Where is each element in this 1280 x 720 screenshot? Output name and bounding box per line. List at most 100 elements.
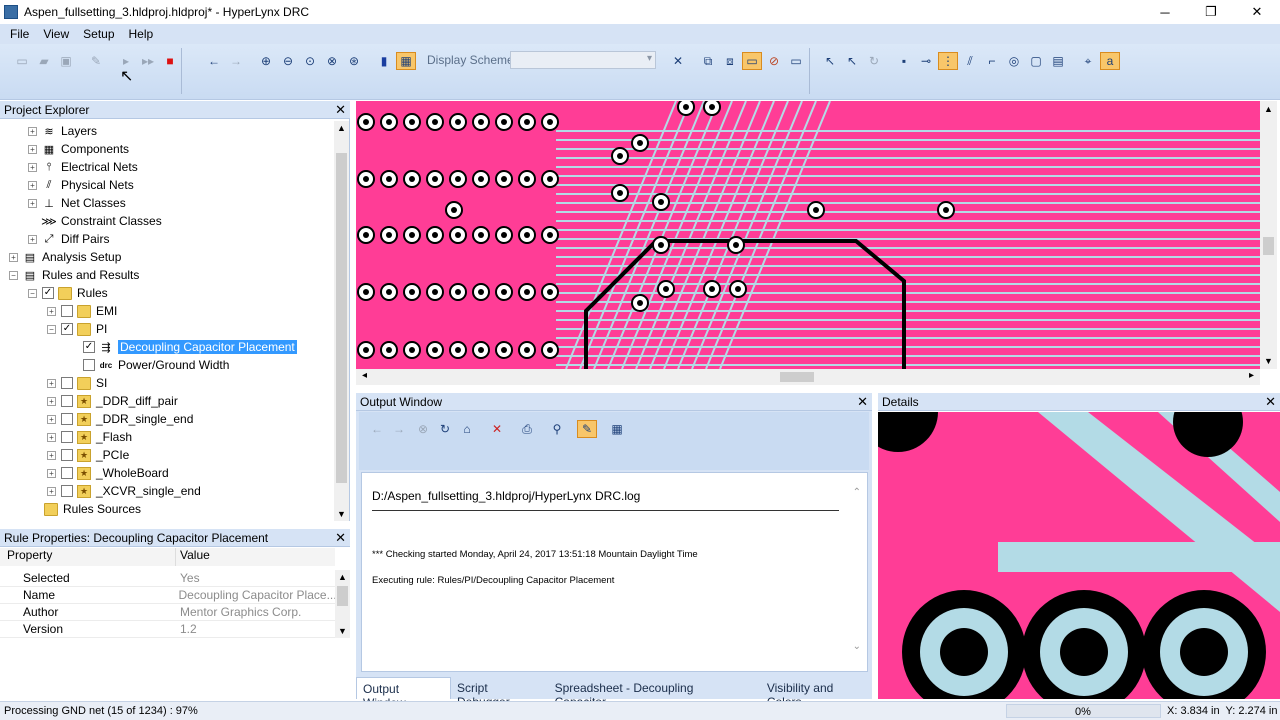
- property-row[interactable]: Author Mentor Graphics Corp.: [0, 604, 335, 621]
- scrollbar-thumb[interactable]: [337, 586, 348, 606]
- tree-item-constraint-classes[interactable]: ⋙ Constraint Classes: [41, 212, 162, 230]
- tab-output-window[interactable]: Output Window: [356, 677, 451, 710]
- details-canvas[interactable]: [878, 412, 1280, 699]
- tree-item-components[interactable]: + ▦ Components: [28, 140, 129, 158]
- pcb-horizontal-scrollbar[interactable]: ◂ ▸: [356, 369, 1260, 385]
- pcb-canvas[interactable]: [356, 101, 1260, 369]
- scroll-down-icon[interactable]: ▼: [1264, 356, 1273, 366]
- zoom-out-icon[interactable]: ⊖: [278, 52, 298, 70]
- menu-file[interactable]: File: [10, 27, 29, 41]
- stop-icon[interactable]: ⊗: [413, 420, 433, 438]
- property-column-header[interactable]: Property: [0, 548, 176, 566]
- expand-icon[interactable]: +: [28, 162, 37, 172]
- refresh-icon[interactable]: ↻: [864, 52, 884, 70]
- tree-item-electrical-nets[interactable]: + ⫯ Electrical Nets: [28, 158, 138, 176]
- back-arrow-icon[interactable]: ←: [204, 52, 224, 70]
- new-file-icon[interactable]: ▭: [12, 52, 32, 70]
- net-filter-icon[interactable]: ⋮: [938, 52, 958, 70]
- expand-icon[interactable]: +: [47, 414, 56, 424]
- measure-icon[interactable]: ▭: [786, 52, 806, 70]
- expand-icon[interactable]: +: [28, 198, 37, 208]
- tree-item-physical-nets[interactable]: + ⫽ Physical Nets: [28, 176, 134, 194]
- pin-filter-icon[interactable]: ⊸: [916, 52, 936, 70]
- display-scheme-select[interactable]: ▾: [510, 51, 656, 69]
- tab-spreadsheet[interactable]: Spreadsheet - Decoupling Capacitor...: [549, 677, 761, 709]
- refresh-icon[interactable]: ↻: [435, 420, 455, 438]
- output-window-close-button[interactable]: ✕: [857, 394, 868, 410]
- collapse-icon[interactable]: −: [9, 270, 18, 280]
- expand-icon[interactable]: +: [28, 144, 37, 154]
- collapse-icon[interactable]: −: [47, 324, 56, 334]
- tree-item-pi[interactable]: − ✓ PI: [47, 320, 107, 338]
- tree-item-wholeboard[interactable]: + ★ _WholeBoard: [47, 464, 169, 482]
- menu-setup[interactable]: Setup: [83, 27, 114, 41]
- area-filter-icon[interactable]: ▤: [1048, 52, 1068, 70]
- ddr-single-end-checkbox[interactable]: [61, 413, 73, 425]
- expand-icon[interactable]: +: [47, 468, 56, 478]
- expand-icon[interactable]: +: [9, 252, 18, 262]
- expand-icon[interactable]: +: [47, 378, 56, 388]
- cross-probe-icon[interactable]: ✕: [668, 52, 688, 70]
- zoom-previous-icon[interactable]: ⊛: [344, 52, 364, 70]
- expand-icon[interactable]: +: [47, 432, 56, 442]
- scrollbar-thumb[interactable]: [336, 153, 347, 483]
- collapse-icon[interactable]: −: [28, 288, 37, 298]
- expand-icon[interactable]: +: [47, 396, 56, 406]
- project-tree-scrollbar[interactable]: ▲ ▼: [334, 121, 349, 521]
- scroll-up-icon[interactable]: ⌃: [853, 487, 861, 498]
- open-folder-icon[interactable]: ▰: [34, 52, 54, 70]
- save-icon[interactable]: ▣: [56, 52, 76, 70]
- tree-item-diff-pairs[interactable]: + ⤢ Diff Pairs: [28, 230, 109, 248]
- tree-item-decoupling-capacitor-placement[interactable]: ✓ ⇶ Decoupling Capacitor Placement: [83, 338, 297, 356]
- print-icon[interactable]: ⎙: [517, 420, 537, 438]
- tree-item-ddr-single-end[interactable]: + ★ _DDR_single_end: [47, 410, 193, 428]
- tree-item-power-ground-width[interactable]: drc Power/Ground Width: [83, 356, 229, 374]
- grid-icon[interactable]: ▦: [396, 52, 416, 70]
- scroll-left-icon[interactable]: ◂: [362, 370, 367, 381]
- pcb-vertical-scrollbar[interactable]: ▲ ▼: [1260, 101, 1277, 369]
- pi-checkbox[interactable]: ✓: [61, 323, 73, 335]
- expand-icon[interactable]: +: [47, 450, 56, 460]
- find-icon[interactable]: ⚲: [547, 420, 567, 438]
- select-filter-icon[interactable]: ↖: [820, 52, 840, 70]
- tree-item-rules-and-results[interactable]: − ▤ Rules and Results: [9, 266, 139, 284]
- unhighlight-icon[interactable]: ⧈: [720, 52, 740, 70]
- tree-item-layers[interactable]: + ≋ Layers: [28, 122, 97, 140]
- flash-checkbox[interactable]: [61, 431, 73, 443]
- tab-script-debugger[interactable]: Script Debugger: [451, 677, 549, 709]
- pcie-checkbox[interactable]: [61, 449, 73, 461]
- expand-icon[interactable]: +: [47, 306, 56, 316]
- forward-arrow-icon[interactable]: →: [226, 52, 246, 70]
- rule-properties-close-button[interactable]: ✕: [335, 530, 346, 546]
- details-close-button[interactable]: ✕: [1265, 394, 1276, 410]
- plane-filter-icon[interactable]: ▢: [1026, 52, 1046, 70]
- tree-item-pcie[interactable]: + ★ _PCIe: [47, 446, 129, 464]
- via-filter-icon[interactable]: ◎: [1004, 52, 1024, 70]
- project-explorer-close-button[interactable]: ✕: [335, 102, 346, 118]
- scrollbar-thumb[interactable]: [1263, 237, 1274, 255]
- scrollbar-thumb[interactable]: [780, 372, 814, 382]
- scroll-down-icon[interactable]: ▼: [338, 626, 347, 636]
- forward-arrow-icon[interactable]: →: [389, 420, 409, 438]
- step-icon[interactable]: ▸▸: [138, 52, 158, 70]
- power-ground-checkbox[interactable]: [83, 359, 95, 371]
- text-filter-icon[interactable]: a: [1100, 52, 1120, 70]
- property-row[interactable]: Version 1.2: [0, 621, 335, 638]
- scroll-down-icon[interactable]: ▼: [337, 509, 346, 519]
- property-row[interactable]: Name Decoupling Capacitor Place...: [0, 587, 335, 604]
- tree-item-ddr-diff-pair[interactable]: + ★ _DDR_diff_pair: [47, 392, 178, 410]
- property-row[interactable]: Selected Yes: [0, 570, 335, 587]
- tab-visibility-and-colors[interactable]: Visibility and Colors: [761, 677, 876, 709]
- tree-item-rules[interactable]: − ✓ Rules: [28, 284, 108, 302]
- zoom-in-icon[interactable]: ⊕: [256, 52, 276, 70]
- scroll-up-icon[interactable]: ▲: [338, 572, 347, 582]
- back-arrow-icon[interactable]: ←: [367, 420, 387, 438]
- ddr-diff-pair-checkbox[interactable]: [61, 395, 73, 407]
- tree-item-analysis-setup[interactable]: + ▤ Analysis Setup: [9, 248, 121, 266]
- highlight-icon[interactable]: ⧉: [698, 52, 718, 70]
- close-button[interactable]: ✕: [1234, 0, 1280, 24]
- scroll-up-icon[interactable]: ▲: [337, 123, 346, 133]
- scroll-right-icon[interactable]: ▸: [1249, 370, 1254, 381]
- rules-checkbox[interactable]: ✓: [42, 287, 54, 299]
- expand-icon[interactable]: +: [47, 486, 56, 496]
